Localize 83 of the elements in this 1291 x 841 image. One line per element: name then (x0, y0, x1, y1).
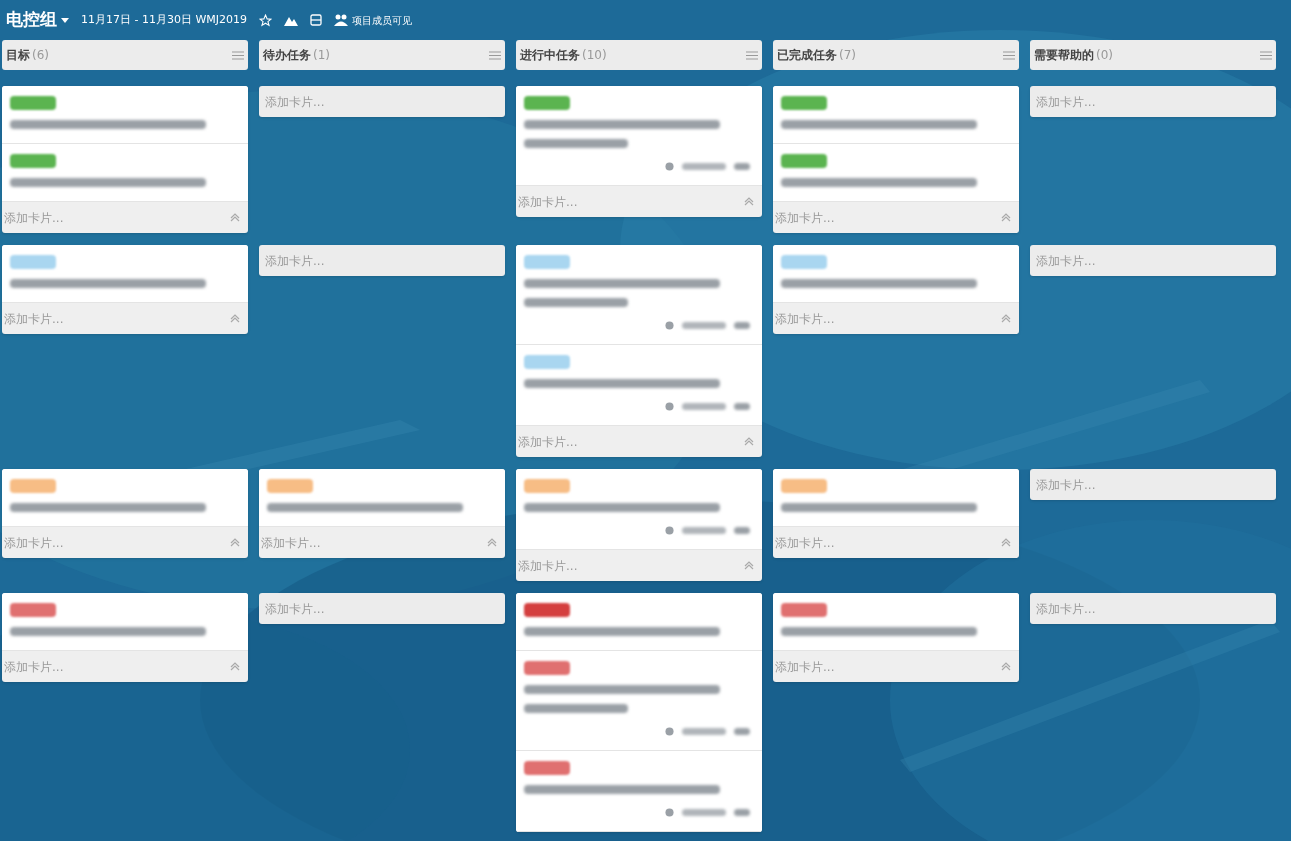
task-card[interactable] (2, 245, 248, 303)
blurred-text (682, 527, 726, 534)
board-title[interactable]: 电控组 (6, 7, 57, 33)
task-card[interactable] (516, 345, 762, 426)
menu-icon[interactable] (1003, 50, 1015, 60)
task-card[interactable] (2, 144, 248, 202)
add-card-button[interactable]: 添加卡片... (4, 309, 64, 328)
add-card-button[interactable]: 添加卡片... (775, 533, 835, 552)
collapse-icon[interactable] (487, 538, 497, 547)
collapse-icon[interactable] (744, 437, 754, 446)
collapse-icon[interactable] (230, 538, 240, 547)
collapse-icon[interactable] (230, 662, 240, 671)
add-card-button[interactable]: 添加卡片... (259, 593, 505, 624)
task-card[interactable] (773, 144, 1019, 202)
collapse-icon[interactable] (744, 561, 754, 570)
add-card-button[interactable]: 添加卡片... (1030, 86, 1276, 117)
blurred-text (734, 163, 750, 170)
collapse-icon[interactable] (1001, 314, 1011, 323)
blurred-text (734, 728, 750, 735)
add-card-button[interactable]: 添加卡片... (259, 245, 505, 276)
add-card-button[interactable]: 添加卡片... (4, 208, 64, 227)
add-card-button[interactable]: 添加卡片... (518, 556, 578, 575)
task-card[interactable] (2, 593, 248, 651)
collapse-icon[interactable] (1001, 213, 1011, 222)
card-count: (0) (1096, 47, 1113, 64)
collapse-icon[interactable] (1001, 662, 1011, 671)
star-icon[interactable] (259, 13, 273, 27)
blurred-text (682, 809, 726, 816)
collapse-icon[interactable] (1001, 538, 1011, 547)
add-card-button[interactable]: 添加卡片... (1030, 245, 1276, 276)
card-count: (10) (582, 47, 607, 64)
task-card[interactable] (516, 593, 762, 651)
task-card[interactable] (516, 651, 762, 751)
task-card[interactable] (2, 469, 248, 527)
task-card[interactable] (773, 469, 1019, 527)
blurred-text (734, 527, 750, 534)
task-card[interactable] (516, 245, 762, 345)
people-icon (334, 14, 349, 26)
list-title[interactable]: 目标 (6, 46, 30, 64)
menu-icon[interactable] (489, 50, 501, 60)
add-card-button[interactable]: 添加卡片... (775, 208, 835, 227)
list-title[interactable]: 需要帮助的 (1034, 46, 1094, 64)
visibility-button[interactable]: 项目成员可见 (352, 12, 413, 28)
blurred-text (734, 809, 750, 816)
task-card[interactable] (516, 86, 762, 186)
list-title[interactable]: 进行中任务 (520, 46, 580, 64)
task-card[interactable] (773, 86, 1019, 144)
blurred-text (682, 163, 726, 170)
card-count: (6) (32, 47, 49, 64)
add-card-button[interactable]: 添加卡片... (1030, 593, 1276, 624)
blurred-text (682, 728, 726, 735)
menu-icon[interactable] (746, 50, 758, 60)
task-card[interactable] (2, 86, 248, 144)
add-card-button[interactable]: 添加卡片... (4, 533, 64, 552)
collapse-icon[interactable] (744, 197, 754, 206)
task-card[interactable] (773, 245, 1019, 303)
blurred-text (734, 322, 750, 329)
menu-icon[interactable] (1260, 50, 1272, 60)
list-title[interactable]: 待办任务 (263, 46, 311, 64)
add-card-button[interactable]: 添加卡片... (775, 309, 835, 328)
list-title[interactable]: 已完成任务 (777, 46, 837, 64)
board-icon[interactable] (310, 14, 323, 26)
collapse-icon[interactable] (230, 314, 240, 323)
add-card-button[interactable]: 添加卡片... (1030, 469, 1276, 500)
task-card[interactable] (516, 469, 762, 550)
caret-icon[interactable] (61, 17, 69, 23)
add-card-button[interactable]: 添加卡片... (4, 657, 64, 676)
add-card-button[interactable]: 添加卡片... (518, 432, 578, 451)
blurred-text (734, 403, 750, 410)
task-card[interactable] (259, 469, 505, 527)
menu-icon[interactable] (232, 50, 244, 60)
board-subtitle: 11月17日 - 11月30日 WMJ2019 (81, 11, 248, 28)
card-count: (7) (839, 47, 856, 64)
add-card-button[interactable]: 添加卡片... (261, 533, 321, 552)
collapse-icon[interactable] (230, 213, 240, 222)
card-count: (1) (313, 47, 330, 64)
add-card-button[interactable]: 添加卡片... (259, 86, 505, 117)
blurred-text (682, 322, 726, 329)
add-card-button[interactable]: 添加卡片... (518, 192, 578, 211)
add-card-button[interactable]: 添加卡片... (775, 657, 835, 676)
blurred-text (682, 403, 726, 410)
task-card[interactable] (773, 593, 1019, 651)
task-card[interactable] (516, 751, 762, 832)
